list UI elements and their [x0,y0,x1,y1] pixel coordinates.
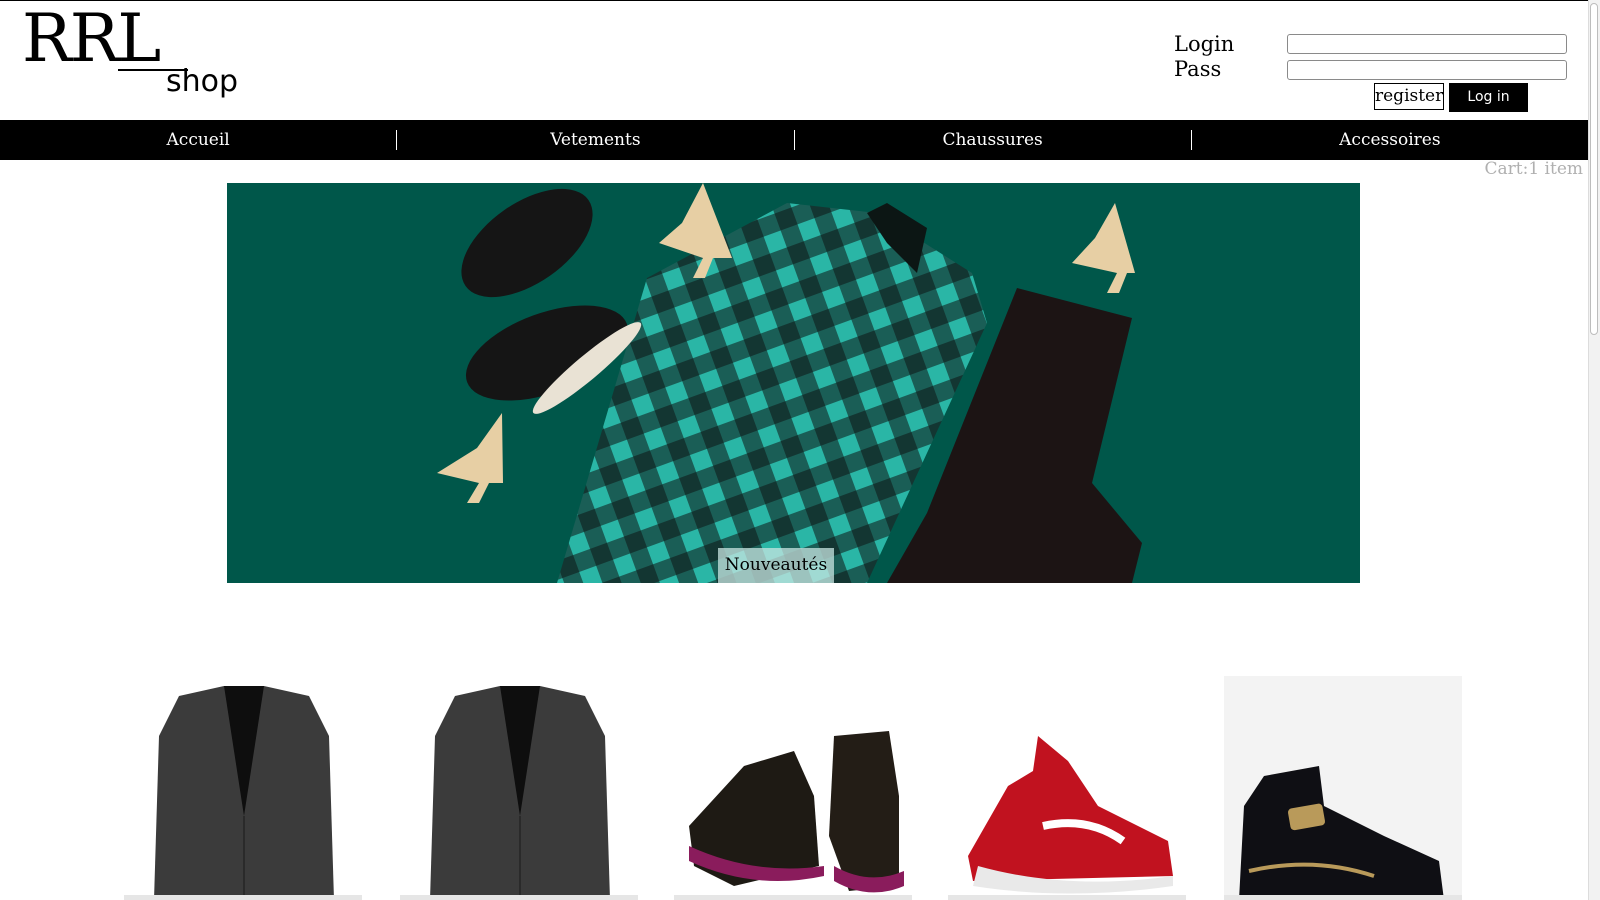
password-input[interactable] [1287,60,1567,80]
nav-item-accueil[interactable]: Accueil [0,120,396,160]
blazer-image [154,686,334,900]
login-button[interactable]: Log in [1449,83,1528,112]
pass-label: Pass [1174,57,1222,81]
register-button[interactable]: register [1374,83,1444,110]
product-card[interactable] [1224,676,1462,900]
product-card[interactable] [674,676,912,900]
blazer-image [430,686,610,900]
login-label: Login [1174,32,1235,56]
product-card[interactable] [124,676,362,900]
main-nav: Accueil Vetements Chaussures Accessoires [0,120,1588,160]
nav-item-vetements[interactable]: Vetements [397,120,793,160]
sneakers-image [689,731,904,893]
logo[interactable]: RRL shop [22,4,252,104]
nav-item-accessoires[interactable]: Accessoires [1192,120,1588,160]
product-card-bar [1224,895,1462,900]
banner-illustration [437,183,1142,583]
product-card-bar [124,895,362,900]
hero-banner[interactable]: Nouveautés [227,183,1360,583]
product-card-bar [948,895,1186,900]
cart-status[interactable]: Cart:1 item [1485,159,1584,179]
product-card-bar [400,895,638,900]
login-input[interactable] [1287,34,1567,54]
product-card[interactable] [400,676,638,900]
basketball-shoe-image [968,736,1173,894]
logo-sub-text: shop [166,64,239,99]
high-top-sneaker-image [1239,766,1444,900]
top-border [0,0,1600,1]
scrollbar-thumb[interactable] [1590,3,1598,335]
logo-main-text: RRL [22,0,161,77]
banner-caption[interactable]: Nouveautés [718,548,834,583]
product-card[interactable] [948,676,1186,900]
product-card-bar [674,895,912,900]
nav-item-chaussures[interactable]: Chaussures [795,120,1191,160]
